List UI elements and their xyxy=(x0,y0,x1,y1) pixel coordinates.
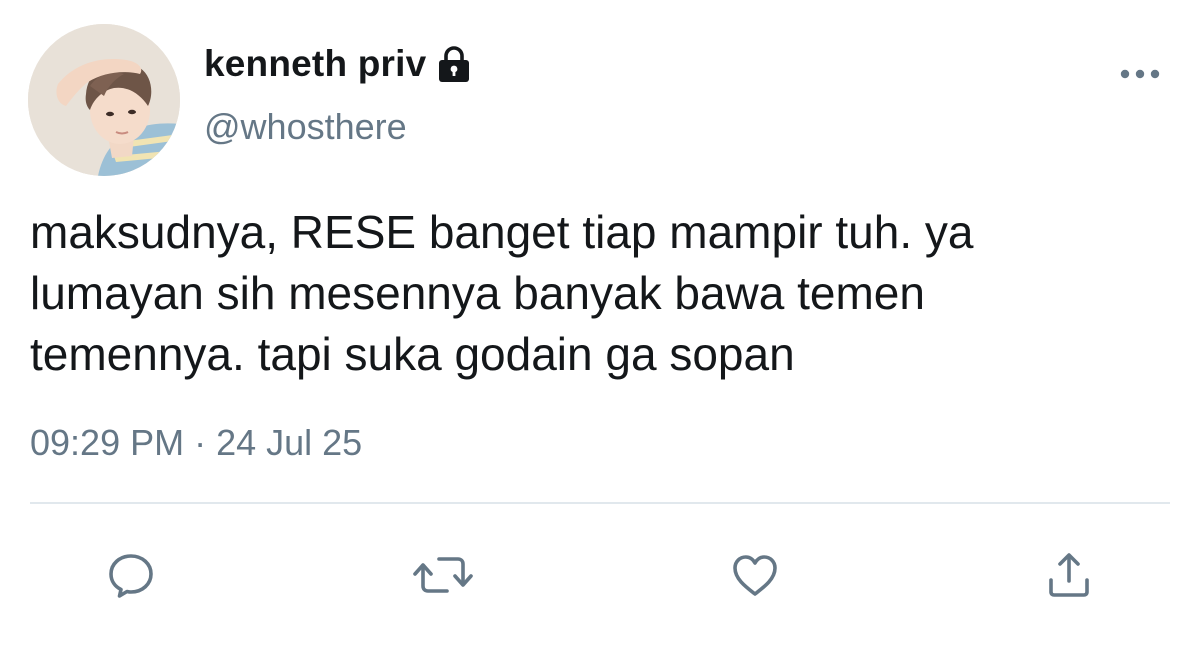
tweet-timestamp[interactable]: 09:29 PM · 24 Jul 25 xyxy=(30,422,362,464)
tweet-card: kenneth priv @whosthere maksudnya, RESE … xyxy=(0,0,1200,661)
action-bar xyxy=(0,540,1200,610)
share-upload-icon xyxy=(1049,553,1089,597)
ellipsis-icon xyxy=(1120,69,1160,79)
speech-bubble-icon xyxy=(109,554,153,598)
retweet-icon xyxy=(413,557,473,593)
avatar[interactable] xyxy=(28,24,180,176)
like-button[interactable] xyxy=(720,540,790,610)
heart-icon xyxy=(733,555,777,596)
lock-icon xyxy=(434,44,474,84)
profile-photo-icon xyxy=(28,24,180,176)
share-button[interactable] xyxy=(1034,540,1104,610)
user-handle[interactable]: @whosthere xyxy=(204,106,407,148)
more-options-button[interactable] xyxy=(1112,56,1168,92)
tweet-text: maksudnya, RESE banget tiap mampir tuh. … xyxy=(30,206,974,380)
reply-button[interactable] xyxy=(96,540,166,610)
retweet-button[interactable] xyxy=(408,540,478,610)
display-name-row: kenneth priv xyxy=(204,42,474,86)
display-name[interactable]: kenneth priv xyxy=(204,43,426,85)
divider xyxy=(30,502,1170,504)
